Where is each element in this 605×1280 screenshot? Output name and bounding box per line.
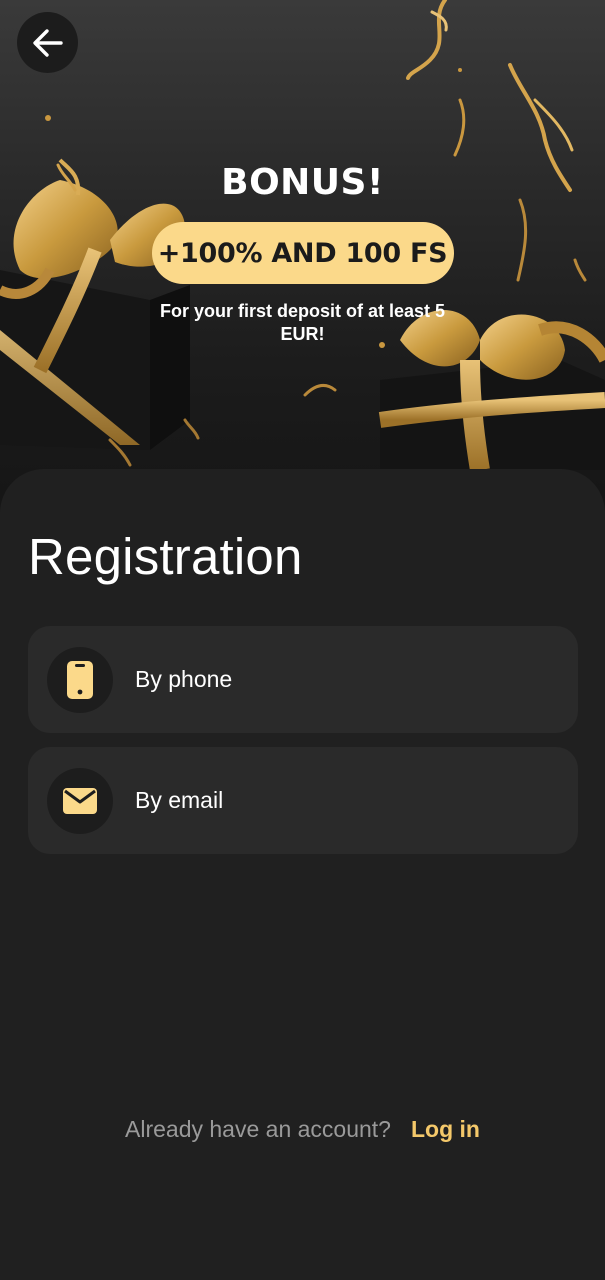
page-title: Registration — [28, 528, 303, 585]
bonus-description: For your first deposit of at least 5 EUR… — [159, 301, 446, 344]
login-link[interactable]: Log in — [411, 1116, 480, 1143]
phone-icon-badge — [47, 646, 113, 713]
login-prompt-row: Already have an account? Log in — [0, 1116, 605, 1143]
mail-icon-badge — [47, 767, 113, 834]
bonus-block: BONUS! +100% AND 100 FS For your first d… — [0, 160, 605, 346]
register-by-email-label: By email — [135, 787, 224, 813]
mail-icon — [63, 787, 97, 814]
login-prompt-text: Already have an account? — [125, 1116, 391, 1142]
bonus-offer-badge: +100% AND 100 FS — [151, 222, 454, 284]
phone-icon — [67, 660, 93, 699]
bonus-title: BONUS! — [221, 162, 384, 203]
register-by-phone-label: By phone — [135, 666, 233, 692]
register-by-email-button[interactable]: By email — [28, 747, 578, 854]
bonus-hero: BONUS! +100% AND 100 FS For your first d… — [0, 0, 605, 520]
arrow-left-icon — [32, 28, 63, 57]
back-button[interactable] — [17, 12, 78, 73]
registration-sheet: Registration By phone By email Already h… — [0, 469, 605, 1280]
register-by-phone-button[interactable]: By phone — [28, 626, 578, 733]
